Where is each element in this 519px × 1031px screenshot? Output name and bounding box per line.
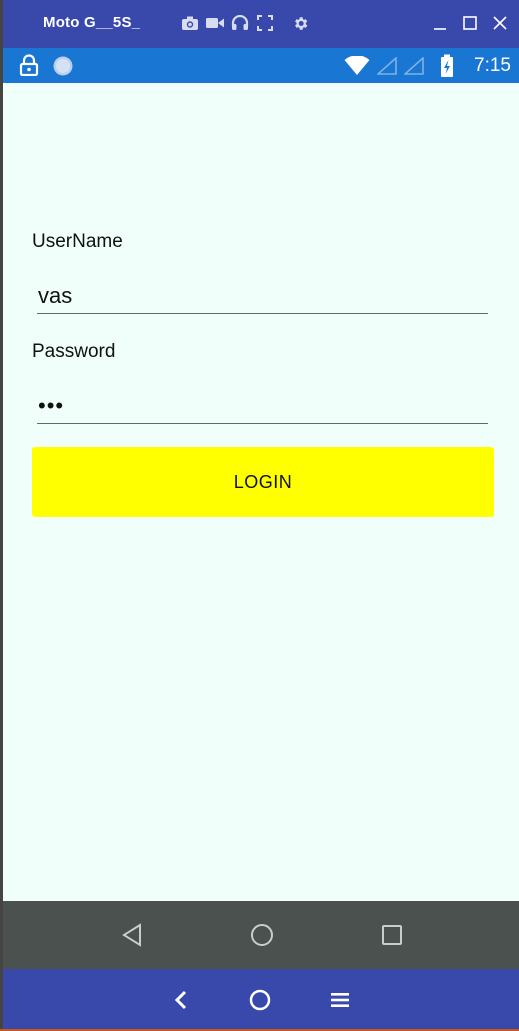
video-icon[interactable]: [205, 13, 225, 33]
maximize-icon[interactable]: [459, 12, 481, 34]
camera-icon[interactable]: [180, 13, 200, 33]
login-screen: UserName Password LOGIN: [3, 83, 519, 901]
back-icon[interactable]: [118, 921, 146, 949]
status-bar: 7:15: [3, 48, 519, 83]
chevron-left-icon[interactable]: [168, 987, 194, 1013]
circle-icon: [52, 55, 74, 82]
battery-charging-icon: [440, 54, 454, 83]
home-icon[interactable]: [248, 921, 276, 949]
signal-icon: [375, 56, 397, 80]
password-input[interactable]: [37, 389, 488, 424]
login-button[interactable]: LOGIN: [32, 447, 494, 517]
emulator-window: Moto G__5S_ 7:15 UserName vas Password •…: [0, 0, 519, 1031]
minimize-icon[interactable]: [429, 12, 451, 34]
status-time: 7:15: [474, 55, 511, 76]
emulator-titlebar: Moto G__5S_: [3, 0, 519, 48]
gear-icon[interactable]: [290, 13, 310, 33]
password-label: Password: [32, 341, 116, 362]
circle-home-icon[interactable]: [247, 987, 273, 1013]
recents-icon[interactable]: [378, 921, 406, 949]
device-title: Moto G__5S_: [43, 14, 141, 31]
signal-icon-2: [402, 56, 424, 80]
android-nav-bar: [3, 901, 519, 969]
menu-icon[interactable]: [327, 987, 353, 1013]
wifi-icon: [344, 55, 370, 81]
close-icon[interactable]: [489, 12, 511, 34]
emulator-bottom-toolbar: [3, 969, 519, 1029]
headphones-icon[interactable]: [230, 13, 250, 33]
fullscreen-icon[interactable]: [255, 13, 275, 33]
lock-icon: [19, 54, 39, 81]
username-label: UserName: [32, 231, 123, 252]
username-input[interactable]: [37, 279, 488, 314]
